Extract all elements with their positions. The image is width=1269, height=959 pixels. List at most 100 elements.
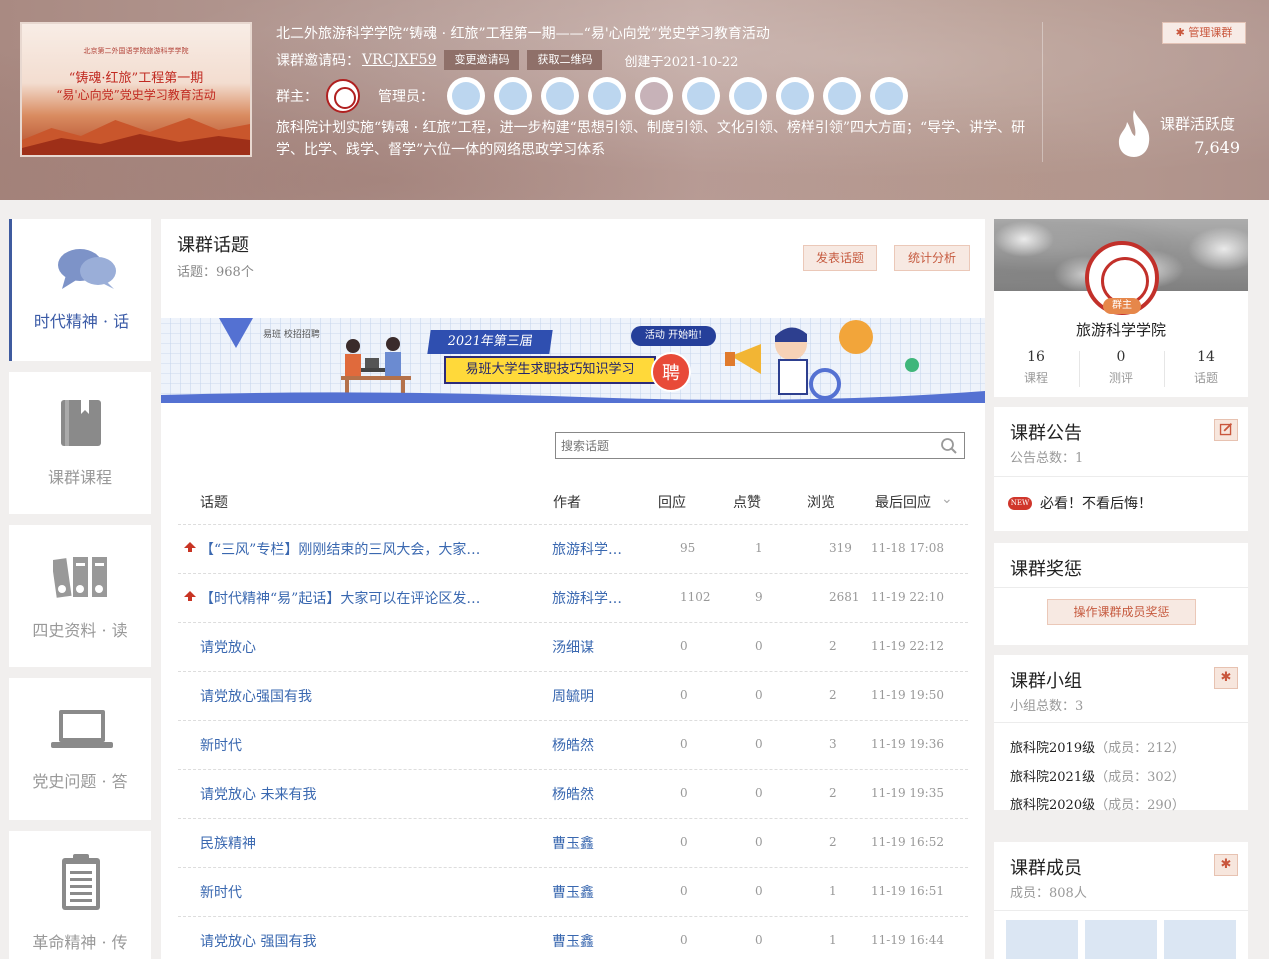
groups-settings-gear-icon[interactable]: ✱ — [1214, 667, 1238, 689]
table-row[interactable]: 新时代 曹玉鑫 0 0 1 11-19 16:51 — [178, 868, 968, 917]
members-title: 课群成员 — [1010, 858, 1082, 879]
nav-item-party-history-qa[interactable]: 党史问题 · 答 — [9, 678, 151, 820]
column-topic[interactable]: 话题 — [200, 492, 228, 512]
pinned-arrow-up-icon — [184, 542, 196, 552]
card-divider — [994, 722, 1248, 723]
topic-link[interactable]: 【“三风”专栏】刚刚结束的三风大会，大家… — [200, 539, 480, 559]
new-badge-icon: NEW — [1008, 496, 1032, 510]
owner-avatar[interactable] — [326, 79, 360, 113]
manage-group-button[interactable]: ✱ 管理课群 — [1162, 22, 1246, 44]
topic-link[interactable]: 请党放心 — [200, 637, 256, 657]
group-members: （成员：290） — [1095, 798, 1185, 813]
sort-chevron-down-icon[interactable]: ⌄ — [941, 491, 953, 507]
author-link[interactable]: 曹玉鑫 — [552, 931, 594, 951]
course-group-header: 北京第二外国语学院旅游科学学院 “铸魂·红旅”工程第一期 “易'心向党”党史学习… — [0, 0, 1269, 200]
nav-item-history-reading[interactable]: 四史资料 · 读 — [9, 525, 151, 667]
stat-value: 14 — [1197, 349, 1215, 365]
announcement-item[interactable]: NEW 必看！不看后悔！ — [1008, 493, 1152, 513]
cell-views: 1 — [829, 884, 837, 898]
promo-banner[interactable]: 易班 校招招聘 2021年第三届 易班大学生求职技巧知识学习 活动 开始啦! 聘 — [161, 318, 985, 403]
author-link[interactable]: 周毓明 — [552, 686, 594, 706]
owner-name[interactable]: 旅游科学学院 — [994, 319, 1248, 340]
column-author[interactable]: 作者 — [553, 492, 581, 512]
nav-item-era-spirit[interactable]: 时代精神 · 话 — [9, 219, 151, 361]
admin-avatar[interactable] — [729, 77, 767, 115]
pinned-arrow-up-icon — [184, 591, 196, 601]
table-row[interactable]: 请党放心强国有我 周毓明 0 0 2 11-19 19:50 — [178, 672, 968, 721]
group-item[interactable]: 旅科院2021级（成员：302） — [1010, 766, 1185, 785]
topic-link[interactable]: 请党放心 强国有我 — [200, 931, 316, 951]
column-views[interactable]: 浏览 — [807, 492, 835, 512]
group-name: 旅科院2019级 — [1010, 741, 1096, 756]
table-row[interactable]: 请党放心 未来有我 杨皓然 0 0 2 11-19 19:35 — [178, 770, 968, 819]
members-settings-gear-icon[interactable]: ✱ — [1214, 854, 1238, 876]
topic-link[interactable]: 新时代 — [200, 735, 242, 755]
admin-avatar[interactable] — [776, 77, 814, 115]
author-link[interactable]: 曹玉鑫 — [552, 833, 594, 853]
column-last-reply[interactable]: 最后回应 — [875, 492, 931, 512]
created-date: 创建于2021-10-22 — [624, 54, 739, 70]
cell-views: 1 — [829, 933, 837, 947]
cell-replies: 0 — [680, 835, 688, 849]
stat-assessments[interactable]: 0 测评 — [1079, 349, 1163, 386]
topic-link[interactable]: 民族精神 — [200, 833, 256, 853]
member-avatar[interactable] — [1006, 920, 1078, 959]
search-icon[interactable] — [940, 437, 958, 455]
stat-topics[interactable]: 14 话题 — [1164, 349, 1248, 386]
column-likes[interactable]: 点赞 — [733, 492, 761, 512]
author-link[interactable]: 曹玉鑫 — [552, 882, 594, 902]
table-row[interactable]: 【时代精神“易”起话】大家可以在评论区发… 旅游科学… 1102 9 2681 11-19… — [178, 574, 968, 623]
table-row[interactable]: 【“三风”专栏】刚刚结束的三风大会，大家… 旅游科学… 95 1 319 11-18 17… — [178, 525, 968, 574]
owner-profile-card: 群主 旅游科学学院 16 课程 0 测评 14 话题 — [994, 219, 1248, 397]
author-link[interactable]: 杨皓然 — [552, 784, 594, 804]
member-avatar[interactable] — [1085, 920, 1157, 959]
cell-last: 11-19 16:52 — [871, 835, 944, 849]
member-avatar[interactable] — [1164, 920, 1236, 959]
announcement-item-text: 必看！不看后悔！ — [1040, 496, 1152, 512]
cell-replies: 0 — [680, 933, 688, 947]
admin-avatar[interactable] — [494, 77, 532, 115]
statistics-button[interactable]: 统计分析 — [894, 245, 970, 271]
admin-avatar[interactable] — [588, 77, 626, 115]
cell-views: 2 — [829, 688, 837, 702]
group-item[interactable]: 旅科院2019级（成员：212） — [1010, 737, 1185, 756]
stat-courses[interactable]: 16 课程 — [994, 349, 1078, 386]
topic-search-box[interactable] — [555, 432, 965, 459]
banner-tag: 活动 开始啦! — [631, 326, 716, 346]
groups-title: 课群小组 — [1010, 671, 1082, 692]
admin-avatar[interactable] — [447, 77, 485, 115]
column-replies[interactable]: 回应 — [658, 492, 686, 512]
admin-avatar[interactable] — [635, 77, 673, 115]
admin-avatar[interactable] — [823, 77, 861, 115]
nav-item-revolution-spirit[interactable]: 革命精神 · 传 — [9, 831, 151, 959]
topic-link[interactable]: 请党放心 未来有我 — [200, 784, 316, 804]
group-item[interactable]: 旅科院2020级（成员：290） — [1010, 794, 1185, 813]
table-row[interactable]: 请党放心 强国有我 曹玉鑫 0 0 1 11-19 16:44 — [178, 917, 968, 959]
table-row[interactable]: 民族精神 曹玉鑫 0 0 2 11-19 16:52 — [178, 819, 968, 868]
admin-avatar[interactable] — [870, 77, 908, 115]
topic-link[interactable]: 请党放心强国有我 — [200, 686, 312, 706]
post-topic-button[interactable]: 发表话题 — [803, 245, 877, 271]
author-link[interactable]: 汤细谋 — [552, 637, 594, 657]
table-row[interactable]: 请党放心 汤细谋 0 0 2 11-19 22:12 — [178, 623, 968, 672]
get-qr-code-button[interactable]: 获取二维码 — [527, 50, 603, 70]
topic-link[interactable]: 新时代 — [200, 882, 242, 902]
table-row[interactable]: 新时代 杨皓然 0 0 3 11-19 19:36 — [178, 721, 968, 770]
author-link[interactable]: 旅游科学… — [552, 588, 622, 608]
admin-avatar[interactable] — [682, 77, 720, 115]
invite-code[interactable]: VRCJXF59 — [362, 52, 436, 68]
topic-search-input[interactable] — [556, 433, 926, 458]
admin-avatar[interactable] — [541, 77, 579, 115]
topic-link[interactable]: 【时代精神“易”起话】大家可以在评论区发… — [200, 588, 480, 608]
card-divider — [994, 476, 1248, 477]
book-icon — [61, 400, 101, 446]
author-link[interactable]: 旅游科学… — [552, 539, 622, 559]
groups-count: 小组总数：3 — [1010, 699, 1084, 714]
banner-logos: 易班 校招招聘 — [263, 330, 320, 340]
edit-announcement-icon[interactable] — [1214, 419, 1238, 441]
topics-count: 话题：968个 — [177, 265, 254, 280]
member-rewards-button[interactable]: 操作课群成员奖惩 — [1047, 599, 1196, 625]
author-link[interactable]: 杨皓然 — [552, 735, 594, 755]
nav-item-courses[interactable]: 课群课程 — [9, 372, 151, 514]
change-invite-code-button[interactable]: 变更邀请码 — [444, 50, 520, 70]
